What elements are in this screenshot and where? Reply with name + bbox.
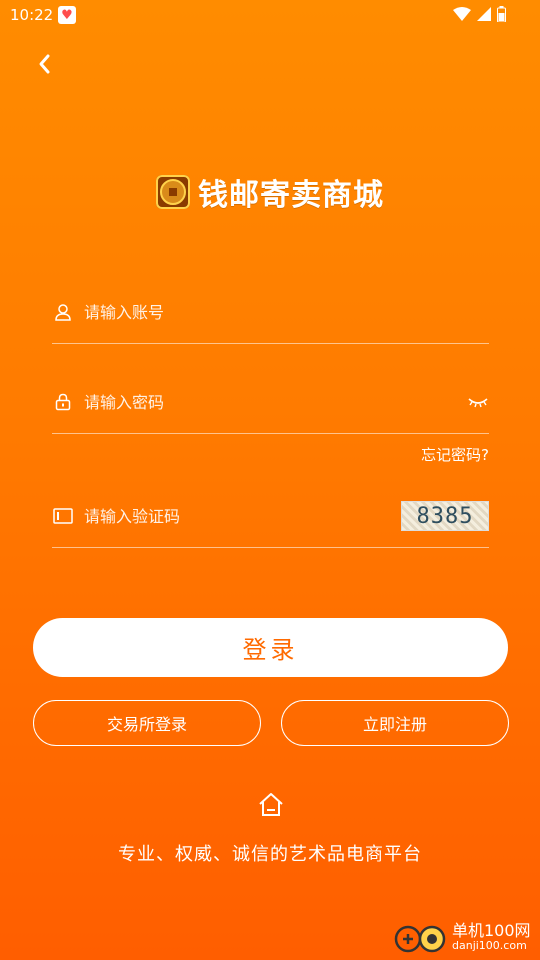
password-input[interactable]	[84, 392, 467, 412]
watermark-logo-icon	[394, 920, 446, 954]
watermark-name: 单机100网	[452, 921, 531, 940]
user-icon	[52, 301, 74, 323]
back-button[interactable]	[26, 46, 62, 82]
watermark: 单机100网 danji100.com	[394, 920, 531, 954]
eye-closed-icon[interactable]	[467, 391, 489, 413]
forgot-password-link[interactable]: 忘记密码?	[421, 444, 489, 465]
status-time: 10:22	[10, 6, 54, 24]
captcha-card-icon	[52, 505, 74, 527]
account-field[interactable]	[52, 281, 489, 344]
register-button[interactable]: 立即注册	[281, 700, 509, 746]
watermark-url: danji100.com	[452, 939, 527, 952]
tagline: 专业、权威、诚信的艺术品电商平台	[118, 844, 422, 865]
brand-header: 钱邮寄卖商城	[0, 170, 540, 214]
brand-name: 钱邮寄卖商城	[198, 178, 384, 213]
home-icon[interactable]	[256, 790, 286, 820]
captcha-field[interactable]: 8385	[52, 485, 489, 548]
wifi-icon	[453, 7, 471, 21]
chevron-left-icon	[39, 54, 50, 74]
login-button[interactable]: 登录	[33, 618, 508, 677]
status-icons	[453, 6, 506, 22]
status-bar: 10:22 ♥	[0, 0, 540, 32]
signal-icon	[477, 7, 491, 21]
password-field[interactable]	[52, 371, 489, 434]
account-input[interactable]	[84, 302, 489, 322]
lock-icon	[52, 391, 74, 413]
exchange-login-button[interactable]: 交易所登录	[33, 700, 261, 746]
coin-logo-icon	[156, 175, 190, 209]
heart-app-icon: ♥	[58, 6, 76, 24]
battery-icon	[497, 6, 506, 22]
captcha-input[interactable]	[84, 506, 401, 526]
captcha-image[interactable]: 8385	[401, 501, 489, 531]
